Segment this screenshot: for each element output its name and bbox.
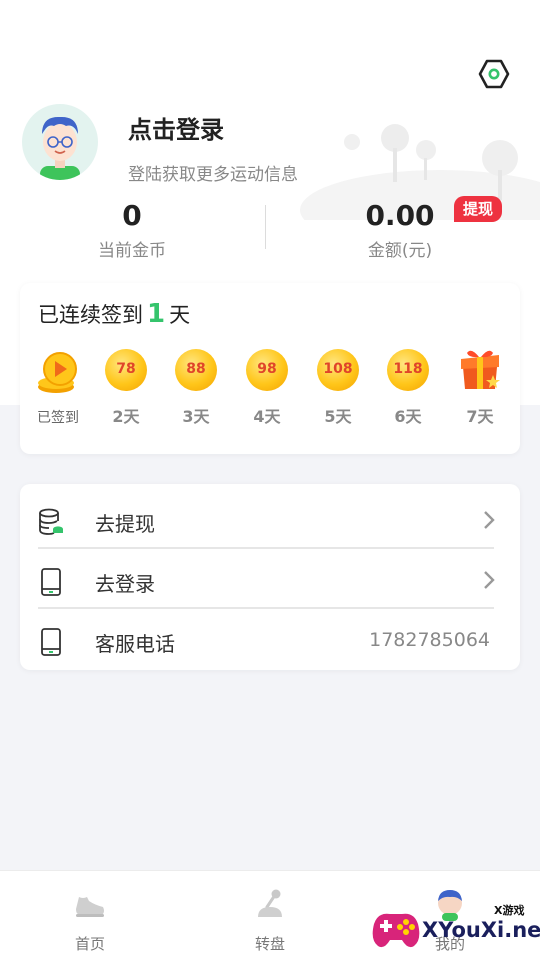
menu-item-customer-service[interactable]: 客服电话 1782785064 <box>20 610 520 670</box>
coin-value: 78 <box>116 361 136 377</box>
money-label: 金额(元) <box>367 241 433 261</box>
shoe-icon <box>76 897 104 917</box>
watermark-logo: X游戏 XYouXi.net <box>364 898 540 960</box>
menu-item-withdraw[interactable]: 去提现 <box>20 490 520 550</box>
joystick-icon <box>258 889 282 917</box>
signin-card: 已连续签到 1 天 已签到 78 2天 88 3天 98 4天 108 5天 118… <box>20 283 520 454</box>
signin-day-4[interactable]: 98 4天 <box>237 349 297 427</box>
menu-item-label: 去登录 <box>95 572 155 596</box>
gift-box-icon <box>461 350 500 389</box>
coin-icon: 108 <box>317 349 359 391</box>
chevron-right-icon <box>484 571 495 589</box>
login-subtitle: 登陆获取更多运动信息 <box>128 165 298 185</box>
phone-icon <box>41 568 61 596</box>
signin-day-5[interactable]: 108 5天 <box>308 349 368 427</box>
tab-wheel[interactable]: 转盘 <box>180 871 360 960</box>
login-prompt[interactable]: 点击登录 <box>128 110 224 145</box>
signin-day-label: 2天 <box>112 407 140 426</box>
signin-suffix: 天 <box>169 303 191 327</box>
signin-day-label: 5天 <box>324 407 352 426</box>
coins-stat: 0 当前金币 <box>32 198 232 261</box>
menu-item-label: 去提现 <box>95 512 155 536</box>
signin-day-label: 已签到 <box>37 410 79 426</box>
phone-icon <box>41 628 61 656</box>
signin-day-6[interactable]: 118 6天 <box>378 349 438 427</box>
chevron-right-icon <box>484 511 495 529</box>
gamepad-logo-icon <box>372 913 420 948</box>
database-coin-icon <box>39 508 63 535</box>
coin-icon: 88 <box>175 349 217 391</box>
withdraw-badge[interactable]: 提现 <box>454 196 502 222</box>
menu-item-login[interactable]: 去登录 <box>20 550 520 610</box>
coin-icon: 118 <box>387 349 429 391</box>
signin-count: 1 <box>147 299 166 329</box>
coin-icon: 98 <box>246 349 288 391</box>
signin-day-label: 7天 <box>466 407 494 426</box>
watermark-text: XYouXi.net <box>422 918 540 942</box>
coin-value: 118 <box>393 361 423 377</box>
coin-icon: 78 <box>105 349 147 391</box>
signin-day-label: 6天 <box>394 407 422 426</box>
watermark-small-text: X游戏 <box>494 904 525 917</box>
tab-label: 转盘 <box>254 935 285 953</box>
signin-streak-title: 已连续签到 1 天 <box>38 299 190 329</box>
tab-label: 首页 <box>74 935 105 953</box>
signin-day-label: 4天 <box>253 407 281 426</box>
settings-icon[interactable] <box>478 58 510 90</box>
coin-value: 98 <box>257 361 277 377</box>
coin-value: 88 <box>186 361 206 377</box>
signin-prefix: 已连续签到 <box>38 303 143 327</box>
coins-label: 当前金币 <box>98 241 166 261</box>
menu-divider <box>38 607 494 609</box>
menu-item-label: 客服电话 <box>95 632 175 656</box>
customer-service-phone: 1782785064 <box>369 629 490 651</box>
coin-play-icon <box>38 352 77 393</box>
signin-day-3[interactable]: 88 3天 <box>166 349 226 427</box>
avatar-illustration <box>40 116 80 180</box>
signin-day-1[interactable]: 已签到 <box>28 349 88 427</box>
stats-divider <box>265 205 266 249</box>
menu-divider <box>38 547 494 549</box>
signin-day-label: 3天 <box>182 407 210 426</box>
signin-day-7[interactable]: 7天 <box>450 349 510 427</box>
menu-card: 去提现 去登录 客服电话 1782785064 <box>20 484 520 670</box>
coins-value: 0 <box>122 199 142 232</box>
avatar[interactable] <box>22 104 98 180</box>
signin-day-2[interactable]: 78 2天 <box>96 349 156 427</box>
tab-home[interactable]: 首页 <box>0 871 180 960</box>
coin-value: 108 <box>323 361 353 377</box>
